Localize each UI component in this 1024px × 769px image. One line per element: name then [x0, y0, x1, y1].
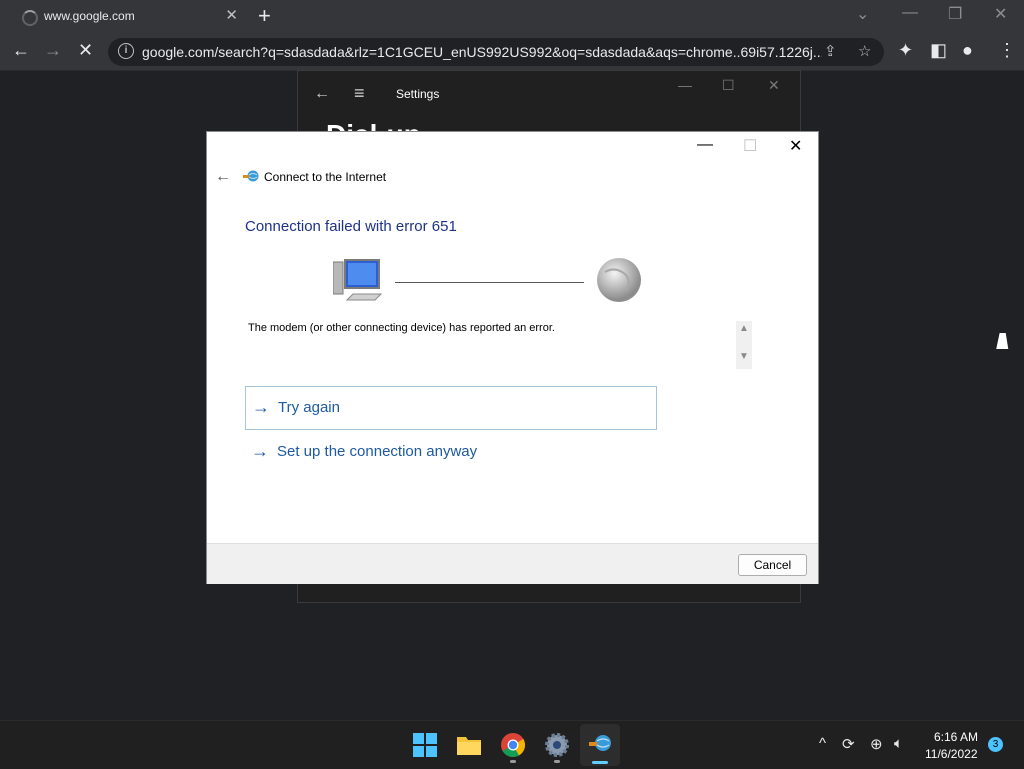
notification-badge[interactable]: 3	[988, 737, 1003, 752]
browser-toolbar: ← → ✕ i google.com/search?q=sdasdada&rlz…	[0, 34, 1024, 71]
message-scrollbar[interactable]: ▲ ▼	[736, 321, 752, 369]
volume-icon[interactable]: 🔈︎	[894, 735, 903, 752]
settings-back-icon[interactable]: ←	[314, 85, 330, 103]
dialog-title: Connect to the Internet	[264, 170, 387, 184]
setup-anyway-button[interactable]: → Set up the connection anyway	[245, 431, 655, 473]
chrome-running-indicator	[510, 760, 516, 763]
clock-time[interactable]: 6:16 AM	[934, 730, 978, 744]
error-message: The modem (or other connecting device) h…	[248, 322, 555, 334]
chrome-menu-icon[interactable]: ⋮	[998, 40, 1016, 61]
hamburger-menu-icon[interactable]: ≡	[354, 83, 365, 104]
bookmark-star-icon[interactable]: ☆	[858, 42, 871, 60]
dialog-back-icon[interactable]: ←	[215, 168, 231, 186]
address-bar[interactable]: i google.com/search?q=sdasdada&rlz=1C1GC…	[108, 38, 884, 66]
start-windows-icon[interactable]	[411, 731, 439, 759]
chrome-icon[interactable]	[499, 731, 527, 759]
browser-tab[interactable]: www.google.com ✕	[8, 0, 246, 34]
active-app-indicator	[592, 761, 608, 764]
show-hidden-icons-chevron-icon[interactable]: ^	[819, 735, 826, 752]
settings-maximize-button[interactable]: ☐	[722, 77, 735, 94]
error-heading: Connection failed with error 651	[245, 218, 457, 235]
scroll-up-arrow-icon[interactable]: ▲	[739, 323, 749, 334]
tab-search-icon[interactable]: ⌄	[856, 4, 869, 24]
settings-minimize-button[interactable]: —	[678, 77, 692, 93]
mouse-cursor-icon	[996, 333, 1012, 349]
cancel-button[interactable]: Cancel	[738, 554, 807, 576]
arrow-right-icon: →	[252, 397, 270, 417]
forward-icon[interactable]: →	[44, 40, 62, 61]
network-globe-tray-icon[interactable]: ⊕	[870, 735, 883, 753]
settings-running-indicator	[554, 760, 560, 763]
network-globe-icon	[243, 170, 259, 182]
try-again-label: Try again	[278, 399, 340, 416]
connect-app-taskbar-button[interactable]	[580, 724, 620, 766]
internet-globe-icon	[597, 258, 641, 302]
back-icon[interactable]: ←	[12, 40, 30, 61]
connection-line	[395, 282, 584, 283]
dialog-close-button[interactable]: ✕	[789, 136, 802, 156]
side-panel-icon[interactable]: ◧	[930, 40, 947, 61]
dialog-maximize-button: ☐	[743, 138, 758, 155]
settings-gear-icon[interactable]	[543, 731, 571, 759]
sync-icon[interactable]: ⟳	[842, 735, 855, 753]
close-tab-icon[interactable]: ✕	[225, 6, 238, 24]
minimize-window-button[interactable]: —	[902, 4, 918, 22]
stop-loading-icon[interactable]: ✕	[78, 40, 93, 61]
taskbar: ^ ⟳ ⊕ 🔈︎ 6:16 AM 11/6/2022 3	[0, 720, 1024, 769]
restore-window-button[interactable]: ❐	[948, 4, 962, 24]
settings-close-button[interactable]: ✕	[768, 77, 780, 94]
close-window-button[interactable]: ✕	[994, 4, 1007, 24]
network-connect-icon	[589, 735, 611, 751]
profile-icon[interactable]: ●	[962, 40, 973, 61]
dialog-minimize-button[interactable]: —	[697, 136, 713, 154]
connect-dialog: — ☐ ✕ ← Connect to the Internet Connecti…	[206, 131, 819, 584]
settings-title: Settings	[396, 87, 440, 101]
extensions-icon[interactable]: ✦	[898, 40, 913, 61]
loading-spinner-icon	[22, 10, 38, 26]
tab-title: www.google.com	[44, 9, 135, 23]
address-url[interactable]: google.com/search?q=sdasdada&rlz=1C1GCEU…	[142, 44, 822, 60]
computer-icon	[333, 259, 383, 301]
new-tab-button[interactable]: +	[258, 3, 271, 29]
share-icon[interactable]: ⇪	[824, 42, 837, 60]
try-again-button[interactable]: → Try again	[245, 386, 657, 430]
arrow-right-icon: →	[251, 441, 269, 461]
dialog-footer: Cancel	[207, 543, 818, 584]
clock-date[interactable]: 11/6/2022	[925, 747, 978, 761]
scroll-down-arrow-icon[interactable]: ▼	[739, 351, 749, 362]
file-explorer-icon[interactable]	[455, 731, 483, 759]
setup-anyway-label: Set up the connection anyway	[277, 443, 478, 460]
tab-strip: www.google.com ✕ + ⌄ — ❐ ✕	[0, 0, 1024, 34]
site-info-icon[interactable]: i	[118, 43, 134, 59]
